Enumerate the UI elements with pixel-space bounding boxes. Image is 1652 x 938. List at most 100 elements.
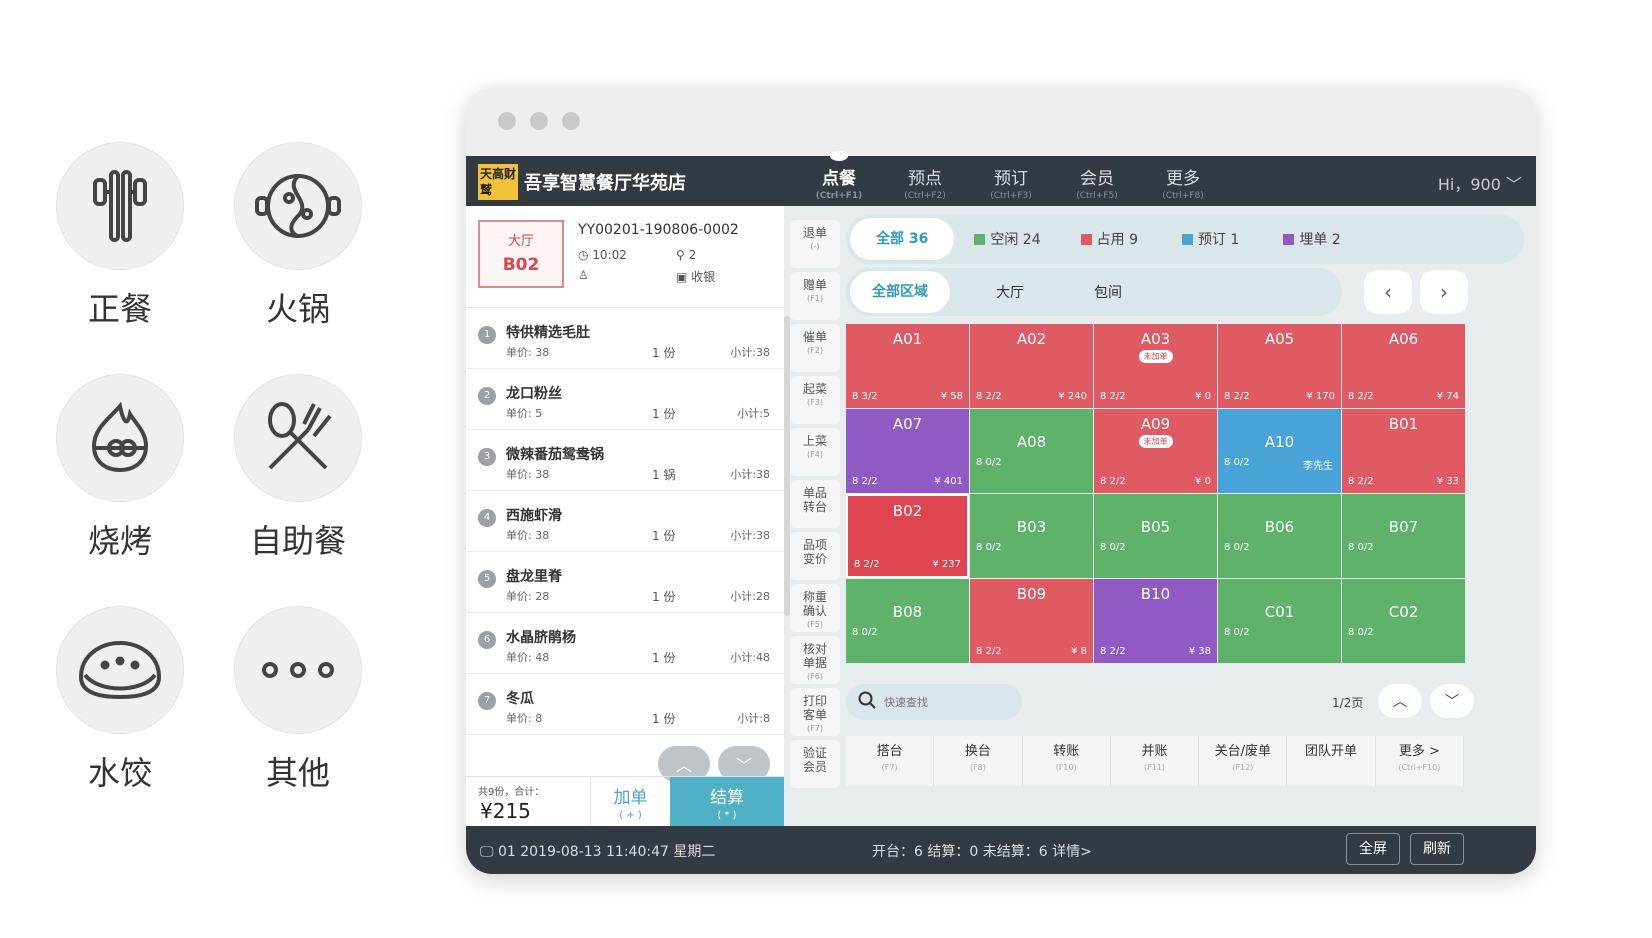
filter-occupied[interactable]: 占用 9 [1080, 229, 1138, 249]
table-tile[interactable]: A03 未加单 8 2/2 ¥ 0 [1094, 324, 1217, 408]
action-button[interactable]: 起菜 (F3) [790, 376, 840, 424]
table-tile[interactable]: A09 未加单 8 2/2 ¥ 0 [1094, 409, 1217, 493]
category-shaokao[interactable]: 烧烤 [50, 374, 190, 562]
table-summary[interactable]: 开台：6 结算：0 未结算：6 详情> [872, 841, 1092, 861]
table-tile[interactable]: B03 8 0/2 [970, 494, 1093, 578]
category-label: 其他 [265, 754, 330, 792]
table-tile[interactable]: B06 8 0/2 [1218, 494, 1341, 578]
table-op-button[interactable]: 团队开单 [1287, 736, 1376, 786]
list-item[interactable]: 3 微辣番茄鸳鸯锅 单价: 38 1 锅小计:38 [466, 430, 784, 491]
category-qita[interactable]: 其他 [228, 606, 368, 794]
add-order-button[interactable]: 加单( + ) [590, 777, 670, 827]
table-tile[interactable]: A02 8 2/2 ¥ 240 [970, 324, 1093, 408]
table-tile[interactable]: A05 8 2/2 ¥ 170 [1218, 324, 1341, 408]
user-menu[interactable]: Hi，900 ﹀ [1438, 171, 1522, 195]
table-tile[interactable]: C01 8 0/2 [1218, 579, 1341, 663]
table-tile[interactable]: B09 8 2/2 ¥ 8 [970, 579, 1093, 663]
action-button[interactable]: 赠单 (F1) [790, 272, 840, 320]
table-op-button[interactable]: 转账 (F10) [1023, 736, 1111, 786]
list-item[interactable]: 5 盘龙里脊 单价: 28 1 份小计:28 [466, 552, 784, 613]
list-item[interactable]: 6 水晶脐鹃杨 单价: 48 1 份小计:48 [466, 613, 784, 674]
table-op-button[interactable]: 更多 > (Ctrl+F10) [1376, 736, 1464, 786]
zone-hall[interactable]: 大厅 [996, 282, 1024, 302]
list-item[interactable]: 1 特供精选毛肚 单价: 38 1 份小计:38 [466, 308, 784, 369]
table-tile[interactable]: B08 8 0/2 [846, 579, 969, 663]
filter-reserved[interactable]: 预订 1 [1181, 229, 1239, 249]
table-tile[interactable]: B07 8 0/2 [1342, 494, 1465, 578]
category-shuijiao[interactable]: 水饺 [50, 606, 190, 794]
action-button[interactable]: 催单 (F2) [790, 324, 840, 372]
order-panel: 大厅 B02 YY00201-190806-0002 ◷ 10:02 ⚲ 2 ♙… [466, 206, 784, 827]
table-tile[interactable]: A01 8 3/2 ¥ 58 [846, 324, 969, 408]
action-button[interactable]: 核对 单据 (F6) [790, 636, 840, 684]
table-guests: 8 2/2 [854, 559, 880, 570]
order-waiter: ♙ [578, 268, 589, 282]
zone-private[interactable]: 包间 [1094, 282, 1122, 302]
tab-preorder[interactable]: 预点 (Ctrl+F2) [882, 156, 968, 206]
action-button[interactable]: 单品 转台 [790, 480, 840, 528]
list-item[interactable]: 2 龙口粉丝 单价: 51 份小计:5 [466, 369, 784, 430]
tab-member[interactable]: 会员 (Ctrl+F5) [1054, 156, 1140, 206]
table-guests: 8 2/2 [1348, 476, 1374, 487]
table-code: C01 [1264, 603, 1295, 621]
table-guests: 8 2/2 [852, 476, 878, 487]
list-item[interactable]: 4 西施虾滑 单价: 38 1 份小计:38 [466, 491, 784, 552]
clock-icon: ◷ [578, 248, 593, 262]
action-button[interactable]: 验证 会员 [790, 740, 840, 788]
table-code: A10 [1264, 433, 1295, 451]
table-ops-bar: 搭台 (F7) 换台 (F8) 转账 (F10) 并账 (F11) 关台/废单 (F12) 团队开单… [846, 736, 1464, 786]
quick-search[interactable] [846, 684, 1022, 720]
zone-all[interactable]: 全部区域 [850, 271, 950, 313]
table-tile[interactable]: A08 8 0/2 [970, 409, 1093, 493]
table-tile[interactable]: B05 8 0/2 [1094, 494, 1217, 578]
status-bar: 🖵 01 2019-08-13 11:40:47 星期二 开台：6 结算：0 未… [466, 826, 1536, 874]
window-minimize-dot[interactable] [530, 112, 548, 130]
action-button[interactable]: 品项 变价 [790, 532, 840, 580]
window-maximize-dot[interactable] [562, 112, 580, 130]
checkout-button[interactable]: 结算( * ) [670, 777, 784, 827]
table-tile[interactable]: B10 8 2/2 ¥ 38 [1094, 579, 1217, 663]
table-tile[interactable]: A06 8 2/2 ¥ 74 [1342, 324, 1465, 408]
table-op-button[interactable]: 搭台 (F7) [846, 736, 935, 786]
action-button[interactable]: 称重 确认 (F5) [790, 584, 840, 632]
tab-more[interactable]: 更多 (Ctrl+F8) [1140, 156, 1226, 206]
prev-page-button[interactable]: ‹ [1364, 270, 1412, 314]
pos-window: 天高财鹫 吾享智慧餐厅华苑店 点餐 (Ctrl+F1) 预点 (Ctrl+F2) 预… [466, 88, 1536, 874]
app-header: 天高财鹫 吾享智慧餐厅华苑店 点餐 (Ctrl+F1) 预点 (Ctrl+F2) 预… [466, 151, 1536, 206]
table-guests: 8 0/2 [976, 542, 1002, 553]
category-zizhucan[interactable]: 自助餐 [228, 374, 368, 562]
tab-order[interactable]: 点餐 (Ctrl+F1) [796, 151, 882, 206]
table-tile[interactable]: B02 8 2/2 ¥ 237 [846, 494, 969, 578]
table-op-button[interactable]: 并账 (F11) [1111, 736, 1200, 786]
table-guests: 8 0/2 [852, 627, 878, 638]
legend-swatch [1181, 233, 1193, 245]
table-code: B03 [1016, 518, 1047, 536]
category-huoguo[interactable]: 火锅 [228, 142, 368, 330]
list-item[interactable]: 7 冬瓜 单价: 81 份小计:8 [466, 674, 784, 735]
current-table[interactable]: 大厅 B02 [478, 220, 564, 288]
tab-reservation[interactable]: 预订 (Ctrl+F3) [968, 156, 1054, 206]
filter-paid[interactable]: 埋单 2 [1283, 229, 1341, 249]
fullscreen-button[interactable]: 全屏 [1346, 833, 1400, 865]
table-tile[interactable]: B01 8 2/2 ¥ 33 [1342, 409, 1465, 493]
search-input[interactable] [884, 695, 1004, 709]
filter-free[interactable]: 空闲 24 [974, 229, 1041, 249]
grid-down-button[interactable]: ﹀ [1430, 684, 1474, 718]
table-tile[interactable]: A07 8 2/2 ¥ 401 [846, 409, 969, 493]
grid-up-button[interactable]: ︿ [1378, 684, 1422, 718]
refresh-button[interactable]: 刷新 [1410, 833, 1464, 865]
page-indicator: 1/2页 [1332, 696, 1364, 710]
action-button[interactable]: 上菜 (F4) [790, 428, 840, 476]
filter-all[interactable]: 全部 36 [850, 218, 955, 260]
action-button[interactable]: 退单 (-) [790, 220, 840, 268]
table-tile[interactable]: A10 8 0/2 李先生 [1218, 409, 1341, 493]
next-page-button[interactable]: › [1420, 270, 1468, 314]
table-op-button[interactable]: 关台/废单 (F12) [1199, 736, 1288, 786]
table-amount: ¥ 74 [1436, 391, 1459, 402]
table-op-button[interactable]: 换台 (F8) [934, 736, 1023, 786]
store-name: 吾享智慧餐厅华苑店 [524, 173, 686, 194]
window-close-dot[interactable] [498, 112, 516, 130]
action-button[interactable]: 打印 客单 (F7) [790, 688, 840, 736]
table-tile[interactable]: C02 8 0/2 [1342, 579, 1465, 663]
category-zhengcan[interactable]: 正餐 [50, 142, 190, 330]
